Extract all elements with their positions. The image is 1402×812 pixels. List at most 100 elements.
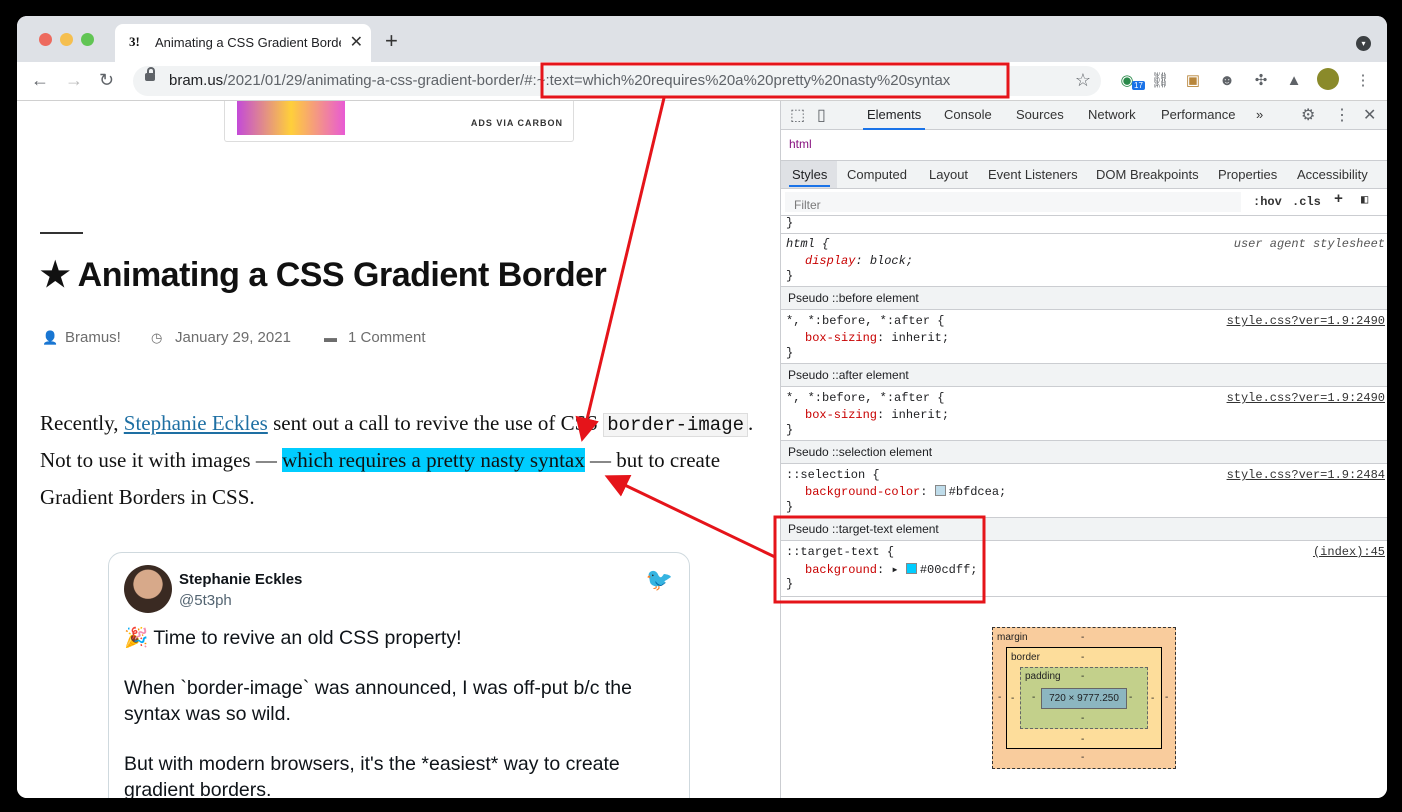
subtab-event-listeners[interactable]: Event Listeners [988,167,1078,182]
ad-label[interactable]: ADS VIA CARBON [471,118,563,128]
ad-image[interactable] [237,101,345,135]
tab-search-icon[interactable]: ▾ [1356,36,1371,51]
device-toolbar-icon[interactable]: ▯ [817,105,826,125]
box-model-margin[interactable]: margin - - - - border - - - - padding - … [992,627,1176,769]
new-style-rule-button[interactable]: + [1334,191,1343,208]
box-model-border[interactable]: border - - - - padding - - - - 720 × 977… [1006,647,1162,749]
maximize-window-button[interactable] [81,33,94,46]
inline-code: border-image [603,413,749,437]
padding-bottom-value[interactable]: - [1081,713,1084,724]
rule-source-link[interactable]: style.css?ver=1.9:2490 [1227,391,1385,405]
margin-right-value[interactable]: - [1165,692,1168,703]
subtab-accessibility[interactable]: Accessibility [1297,167,1368,182]
padding-label: padding [1025,671,1061,682]
more-tabs-icon[interactable]: » [1256,107,1263,122]
tab-console[interactable]: Console [944,107,992,122]
margin-left-value[interactable]: - [998,692,1001,703]
site-favicon-icon: 3! [129,34,140,49]
close-devtools-icon[interactable]: ✕ [1363,105,1376,125]
margin-top-value[interactable]: - [1081,632,1084,643]
tab-performance[interactable]: Performance [1161,107,1235,122]
inspect-element-icon[interactable]: ⬚ [790,105,805,125]
tab-elements[interactable]: Elements [862,107,926,130]
devtools-panel: ⬚ ▯ Elements Console Sources Network Per… [780,101,1387,798]
extension-box-icon[interactable]: ▣ [1183,71,1203,91]
twitter-bird-icon[interactable]: 🐦 [646,567,673,593]
expand-triangle-icon[interactable]: ▸ [891,563,905,577]
back-icon[interactable]: ← [31,70,49,91]
subtab-computed[interactable]: Computed [847,167,907,182]
rule-declaration[interactable]: display: block; [805,254,913,268]
embedded-tweet[interactable]: Stephanie Eckles @5t3ph 🐦 🎉 Time to revi… [108,552,690,798]
browser-tab[interactable]: 3! Animating a CSS Gradient Border ✕ [115,24,371,62]
rule-selector[interactable]: ::target-text { [786,545,894,559]
breadcrumb-html[interactable]: html [789,137,812,151]
padding-right-value[interactable]: - [1129,692,1132,703]
pseudo-header-text: Pseudo ::target-text element [788,522,939,536]
author-link[interactable]: Bramus! [65,329,121,346]
rule-close: } [786,269,794,283]
menu-kebab-icon[interactable]: ⋮ [1353,71,1373,91]
prop-name: display [805,254,856,268]
address-bar[interactable]: bram.us/2021/01/29/animating-a-css-gradi… [133,66,1101,96]
devtools-menu-icon[interactable]: ⋮ [1334,105,1350,125]
bookmark-star-icon[interactable]: ☆ [1075,70,1091,91]
carbon-ad[interactable]: ADS VIA CARBON [224,101,574,142]
color-swatch[interactable] [905,563,917,574]
forward-icon[interactable]: → [65,70,83,91]
tweet-author-name[interactable]: Stephanie Eckles [179,571,302,588]
prop-name: background [805,563,878,577]
subtab-layout[interactable]: Layout [929,167,968,182]
border-top-value[interactable]: - [1081,652,1084,663]
padding-left-value[interactable]: - [1032,692,1035,703]
gear-icon[interactable]: ⚙ [1301,105,1315,125]
rule-source-link[interactable]: style.css?ver=1.9:2490 [1227,314,1385,328]
styles-subtabs: Styles Computed Layout Event Listeners D… [781,161,1387,189]
hov-button[interactable]: :hov [1253,195,1282,209]
subtab-styles[interactable]: Styles [788,167,831,187]
margin-bottom-value[interactable]: - [1081,752,1084,763]
comments-link[interactable]: 1 Comment [348,329,426,346]
border-left-value[interactable]: - [1011,693,1014,704]
link-icon[interactable]: ⛓ [1150,71,1170,91]
subtab-properties[interactable]: Properties [1218,167,1277,182]
filter-input[interactable]: Filter [785,192,1241,212]
lock-icon[interactable] [145,67,155,81]
rule-selector[interactable]: ::selection { [786,468,880,482]
profile-avatar[interactable] [1317,68,1339,90]
tab-sources[interactable]: Sources [1016,107,1064,122]
new-tab-button[interactable]: + [385,28,398,54]
extension-face-icon[interactable]: ☻ [1217,71,1237,91]
tweet-author-handle[interactable]: @5t3ph [179,592,232,609]
post-date[interactable]: January 29, 2021 [175,329,291,346]
url-text[interactable]: bram.us/2021/01/29/animating-a-css-gradi… [169,72,950,89]
toggle-sidebar-icon[interactable]: ◧ [1361,192,1368,207]
border-right-value[interactable]: - [1151,693,1154,704]
rule-declaration[interactable]: box-sizing: inherit; [805,408,949,422]
minimize-window-button[interactable] [60,33,73,46]
rule-declaration[interactable]: background-color: #bfdcea; [805,485,1006,499]
rule-selector[interactable]: *, *:before, *:after { [786,314,944,328]
rule-declaration[interactable]: box-sizing: inherit; [805,331,949,345]
colon: : [877,563,892,577]
rule-source-link[interactable]: style.css?ver=1.9:2484 [1227,468,1385,482]
border-bottom-value[interactable]: - [1081,734,1084,745]
tab-network[interactable]: Network [1088,107,1136,122]
rule-declaration[interactable]: background: ▸ #00cdff; [805,562,977,577]
reload-icon[interactable]: ↻ [99,70,114,91]
close-tab-icon[interactable]: ✕ [350,32,363,52]
puzzle-icon[interactable]: ✣ [1251,71,1271,91]
subtab-dom-breakpoints[interactable]: DOM Breakpoints [1096,167,1199,182]
rule-selector[interactable]: html { [786,237,829,251]
padding-top-value[interactable]: - [1081,671,1084,682]
box-model-content[interactable]: 720 × 9777.250 [1041,688,1127,709]
stephanie-link[interactable]: Stephanie Eckles [124,411,268,435]
flask-icon[interactable]: ▲ [1284,71,1304,91]
box-model-padding[interactable]: padding - - - - 720 × 9777.250 [1020,667,1148,729]
rule-selector[interactable]: *, *:before, *:after { [786,391,944,405]
cls-button[interactable]: .cls [1292,195,1321,209]
color-swatch[interactable] [934,485,946,496]
rule-source-link[interactable]: (index):45 [1313,545,1385,559]
avatar[interactable] [124,565,172,613]
close-window-button[interactable] [39,33,52,46]
